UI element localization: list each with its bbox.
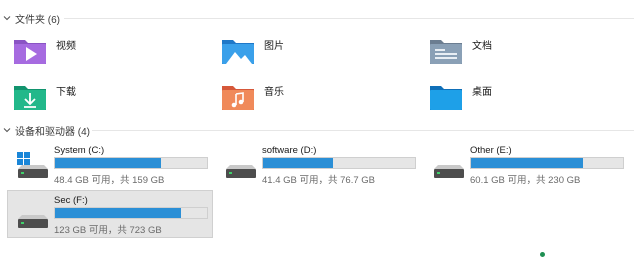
folder-item-documents[interactable]: 文档 bbox=[428, 34, 492, 66]
drive-usage-bar bbox=[54, 207, 208, 219]
drives-group-header[interactable]: 设备和驱动器 (4) bbox=[0, 123, 90, 138]
desktop-folder-icon bbox=[430, 86, 462, 110]
folder-label: 桌面 bbox=[472, 87, 492, 98]
drive-free-space: 41.4 GB 可用，共 76.7 GB bbox=[262, 175, 375, 186]
chevron-down-icon bbox=[3, 128, 11, 133]
folder-item-downloads[interactable]: 下载 bbox=[12, 80, 76, 112]
drive-free-space: 48.4 GB 可用，共 159 GB bbox=[54, 175, 165, 186]
drive-free-space: 123 GB 可用，共 723 GB bbox=[54, 225, 162, 236]
folder-label: 视频 bbox=[56, 41, 76, 52]
drive-usage-bar bbox=[262, 157, 416, 169]
chevron-down-icon bbox=[3, 16, 11, 21]
system-drive-icon bbox=[17, 152, 48, 178]
group-divider bbox=[64, 18, 634, 19]
music-folder-icon bbox=[222, 86, 254, 110]
folder-item-desktop[interactable]: 桌面 bbox=[428, 80, 492, 112]
downloads-folder-icon bbox=[14, 86, 46, 110]
drive-label: software (D:) bbox=[262, 145, 317, 156]
folders-group-label: 文件夹 (6) bbox=[15, 14, 60, 26]
documents-folder-icon bbox=[430, 40, 462, 64]
drive-item-c[interactable]: System (C:) 48.4 GB 可用，共 159 GB bbox=[8, 141, 212, 187]
drive-usage-fill bbox=[55, 208, 182, 218]
group-divider bbox=[92, 130, 634, 131]
drive-item-f[interactable]: Sec (F:) 123 GB 可用，共 723 GB bbox=[7, 190, 213, 238]
drive-item-e[interactable]: Other (E:) 60.1 GB 可用，共 230 GB bbox=[424, 141, 628, 187]
drive-label: System (C:) bbox=[54, 145, 105, 156]
folder-item-music[interactable]: 音乐 bbox=[220, 80, 284, 112]
drive-label: Sec (F:) bbox=[54, 195, 88, 206]
hard-drive-icon bbox=[434, 165, 464, 178]
pictures-folder-icon bbox=[222, 40, 254, 64]
videos-folder-icon bbox=[14, 40, 46, 64]
drive-usage-bar bbox=[470, 157, 624, 169]
drives-group-label: 设备和驱动器 (4) bbox=[15, 126, 90, 138]
folder-label: 图片 bbox=[264, 41, 284, 52]
folders-group-header[interactable]: 文件夹 (6) bbox=[0, 11, 60, 26]
drive-usage-fill bbox=[55, 158, 162, 168]
drive-free-space: 60.1 GB 可用，共 230 GB bbox=[470, 175, 581, 186]
folder-label: 音乐 bbox=[264, 87, 284, 98]
folder-item-pictures[interactable]: 图片 bbox=[220, 34, 284, 66]
folder-item-videos[interactable]: 视频 bbox=[12, 34, 76, 66]
folder-label: 下载 bbox=[56, 87, 76, 98]
drive-usage-fill bbox=[471, 158, 584, 168]
hard-drive-icon bbox=[226, 165, 256, 178]
drive-usage-fill bbox=[263, 158, 333, 168]
status-dot bbox=[540, 252, 545, 257]
drive-item-d[interactable]: software (D:) 41.4 GB 可用，共 76.7 GB bbox=[216, 141, 420, 187]
folder-label: 文档 bbox=[472, 41, 492, 52]
drive-usage-bar bbox=[54, 157, 208, 169]
drive-label: Other (E:) bbox=[470, 145, 512, 156]
hard-drive-icon bbox=[18, 215, 48, 228]
